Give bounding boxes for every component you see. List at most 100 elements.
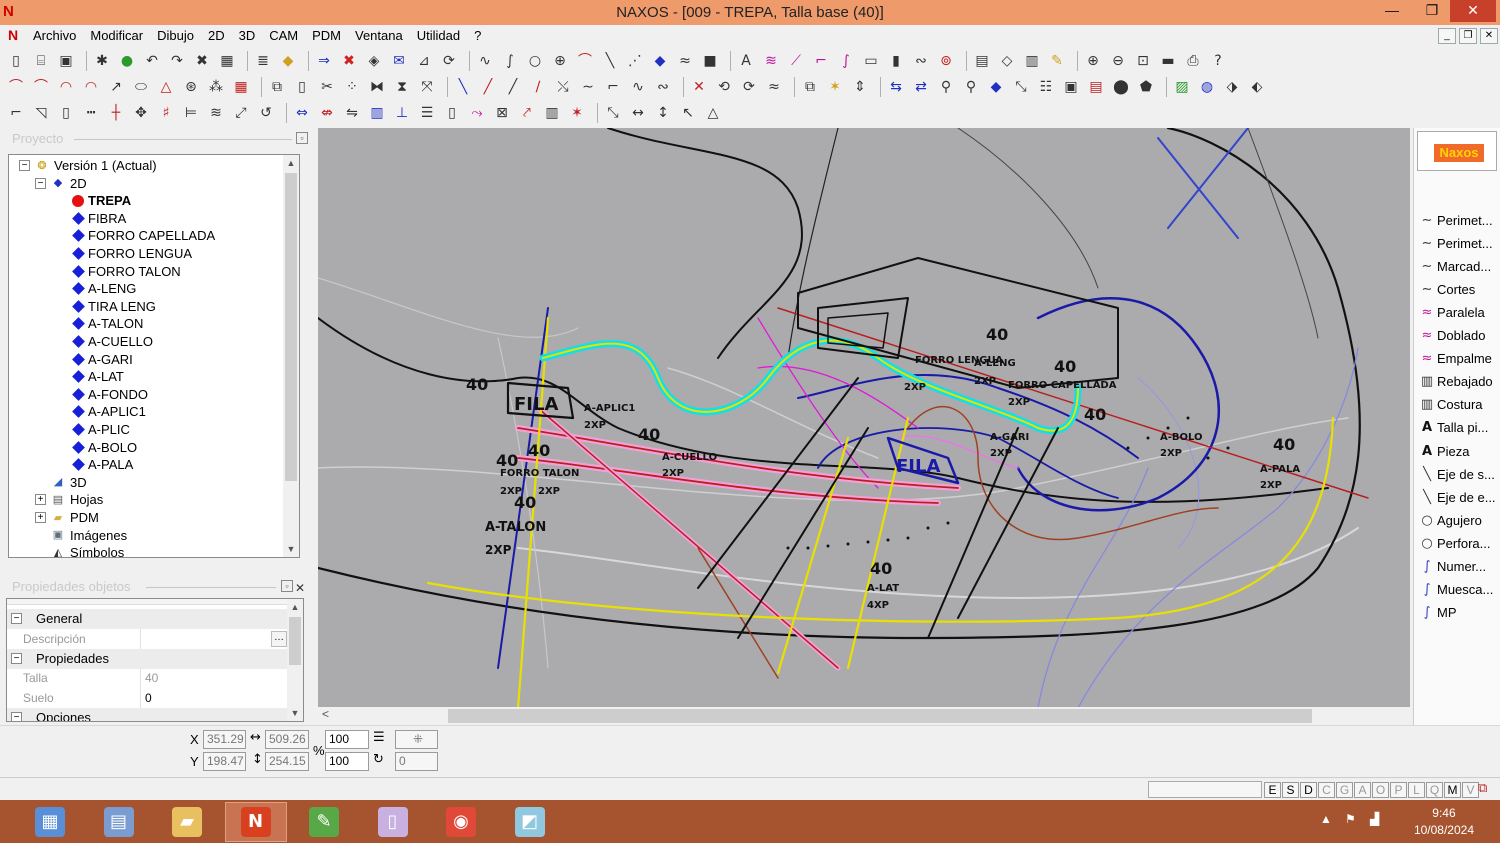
undo-icon[interactable]: ↶ xyxy=(142,51,162,71)
globe-icon[interactable]: ◍ xyxy=(1197,77,1217,97)
tree-item[interactable]: FORRO TALON xyxy=(55,263,181,280)
dir-3-icon[interactable]: ⇋ xyxy=(342,103,362,123)
dim-1-icon[interactable]: ⤡ xyxy=(603,103,623,123)
tree-item[interactable]: FIBRA xyxy=(55,210,126,227)
tree-item[interactable]: FORRO LENGUA xyxy=(55,245,192,262)
project-tree[interactable]: − ❂ Versión 1 (Actual) − ◆ 2D TREPA FIBRA FORRO … xyxy=(8,154,300,558)
target-icon[interactable]: ⊚ xyxy=(936,51,956,71)
layer-toggle[interactable]: V xyxy=(1462,782,1479,798)
dim-4-icon[interactable]: ↖ xyxy=(678,103,698,123)
edit-node-icon[interactable]: ⤤ xyxy=(517,103,537,123)
y-coordinate-field[interactable]: 198.47 xyxy=(203,752,246,771)
zoom-fit-icon[interactable]: ⊡ xyxy=(1133,51,1153,71)
taskbar-app[interactable]: ◩ xyxy=(499,802,561,842)
palette-tool[interactable]: A Talla pi... xyxy=(1417,417,1488,439)
unlink-icon[interactable]: ⇄ xyxy=(911,77,931,97)
tag-icon[interactable]: ◇ xyxy=(997,51,1017,71)
settings-icon[interactable]: ✱ xyxy=(92,51,112,71)
dashed-icon[interactable]: ┅ xyxy=(81,103,101,123)
remove-icon[interactable]: ✖ xyxy=(339,51,359,71)
shape-icon[interactable]: ⬤ xyxy=(1111,77,1131,97)
columns-icon[interactable]: ▯ xyxy=(442,103,462,123)
taskbar-app[interactable]: ▤ xyxy=(88,802,150,842)
splice-tool-icon[interactable]: ⌐ xyxy=(811,51,831,71)
open-icon[interactable]: ⌸ xyxy=(31,51,51,71)
page-icon[interactable]: ▯ xyxy=(56,103,76,123)
tree-item[interactable]: TIRA LENG xyxy=(55,298,156,315)
menu-item[interactable]: 2D xyxy=(201,28,232,43)
taskbar-app[interactable]: ◉ xyxy=(430,802,492,842)
palette-tool[interactable]: ○ Perfora... xyxy=(1417,532,1490,554)
node-edit-icon[interactable]: ⤡ xyxy=(1011,77,1031,97)
tree-item[interactable]: − ◆ 2D xyxy=(35,175,87,192)
measure-icon[interactable]: ⊿ xyxy=(414,51,434,71)
rectangle-icon[interactable]: ▭ xyxy=(861,51,881,71)
tree-item[interactable]: A-BOLO xyxy=(55,439,137,456)
property-value[interactable]: 0 xyxy=(141,688,287,708)
duplicate-icon[interactable]: ⧉ xyxy=(800,77,820,97)
cut-icon[interactable]: ✂ xyxy=(317,77,337,97)
distribute-button[interactable]: ⁜ xyxy=(395,730,438,749)
anchor-icon[interactable]: ⊥ xyxy=(392,103,412,123)
wave2-icon[interactable]: ≈ xyxy=(764,77,784,97)
clock[interactable]: 9:46 10/08/2024 xyxy=(1414,805,1474,839)
tree-item[interactable]: A-LENG xyxy=(55,280,136,297)
doc-minimize-button[interactable]: _ xyxy=(1438,28,1456,44)
pattern-drawing[interactable]: 40 40 40 40 40 40 40 40 40 40 A-APLIC1 2… xyxy=(318,128,1410,707)
edit-1-icon[interactable]: ╲ xyxy=(453,77,473,97)
property-value[interactable] xyxy=(141,629,271,649)
fill-icon[interactable]: ■ xyxy=(700,51,720,71)
move-updown-icon[interactable]: ⇕ xyxy=(850,77,870,97)
table-icon[interactable]: ☷ xyxy=(1036,77,1056,97)
node-icon[interactable]: ◈ xyxy=(364,51,384,71)
scroll-up-icon[interactable]: ▲ xyxy=(287,599,303,615)
rotation-field[interactable]: 0 xyxy=(395,752,438,771)
menu-item[interactable]: Ventana xyxy=(348,28,410,43)
property-row[interactable]: Suelo 0 xyxy=(7,688,287,709)
doc-icon[interactable]: N xyxy=(8,27,18,43)
ellipsis-button[interactable]: … xyxy=(271,630,287,647)
expand-icon[interactable]: + xyxy=(35,512,46,523)
properties-grid[interactable]: − General Descripción … − Propiedades Talla 40 S… xyxy=(6,598,304,722)
dots-icon[interactable]: ⁂ xyxy=(206,77,226,97)
bars-icon[interactable]: ☰ xyxy=(417,103,437,123)
menu-item[interactable]: Modificar xyxy=(83,28,150,43)
cylinder-icon[interactable]: ▥ xyxy=(367,103,387,123)
property-group[interactable]: − Propiedades xyxy=(7,648,287,669)
image-icon[interactable]: ▨ xyxy=(1172,77,1192,97)
close-panel-icon[interactable]: ✕ xyxy=(295,579,305,597)
point-icon[interactable]: ⊕ xyxy=(550,51,570,71)
arc-tool-2-icon[interactable]: ⌒ xyxy=(31,77,51,97)
tree-item[interactable]: A-GARI xyxy=(55,351,133,368)
palette-tool[interactable]: ≈ Empalme xyxy=(1417,348,1492,370)
zoom-in-icon[interactable]: ⊕ xyxy=(1083,51,1103,71)
arrow-tool-icon[interactable]: ◆ xyxy=(986,77,1006,97)
edit-4-icon[interactable]: ∕ xyxy=(528,77,548,97)
menu-item[interactable]: PDM xyxy=(305,28,348,43)
collapse-icon[interactable]: − xyxy=(11,712,22,721)
taskbar-app[interactable]: N xyxy=(224,802,287,842)
layer-toggle[interactable]: L xyxy=(1408,782,1425,798)
menu-item[interactable]: Dibujo xyxy=(150,28,201,43)
ellipse-icon[interactable]: ⬭ xyxy=(131,77,151,97)
grid-icon[interactable]: ▦ xyxy=(231,77,251,97)
tree-scrollbar[interactable]: ▲ ▼ xyxy=(283,155,299,557)
edit-2-icon[interactable]: ╱ xyxy=(478,77,498,97)
layer-toggle[interactable]: P xyxy=(1390,782,1407,798)
palette-tool[interactable]: ∼ Marcad... xyxy=(1417,255,1492,277)
grading-icon[interactable]: ▥ xyxy=(1022,51,1042,71)
palette-tool[interactable]: ○ Agujero xyxy=(1417,509,1481,531)
snap-icon[interactable]: ⤧ xyxy=(417,77,437,97)
palette-tool[interactable]: ╲ Eje de e... xyxy=(1417,486,1495,508)
taskbar-app[interactable]: ▰ xyxy=(156,802,218,842)
rotate-icon[interactable]: ↻ xyxy=(373,752,384,767)
drawing-canvas[interactable]: 40 40 40 40 40 40 40 40 40 40 A-APLIC1 2… xyxy=(318,128,1410,707)
height-field[interactable]: 254.15 xyxy=(265,752,309,771)
cut-line-icon[interactable]: ✕ xyxy=(689,77,709,97)
fold-tool-icon[interactable]: ⟋ xyxy=(786,51,806,71)
vertex-icon[interactable]: ⋰ xyxy=(625,51,645,71)
doc-close-button[interactable]: ✕ xyxy=(1480,28,1498,44)
layer-toggle[interactable]: M xyxy=(1444,782,1461,798)
layers-icon[interactable]: ⧉ xyxy=(1478,780,1487,796)
triangle-icon[interactable]: △ xyxy=(156,77,176,97)
